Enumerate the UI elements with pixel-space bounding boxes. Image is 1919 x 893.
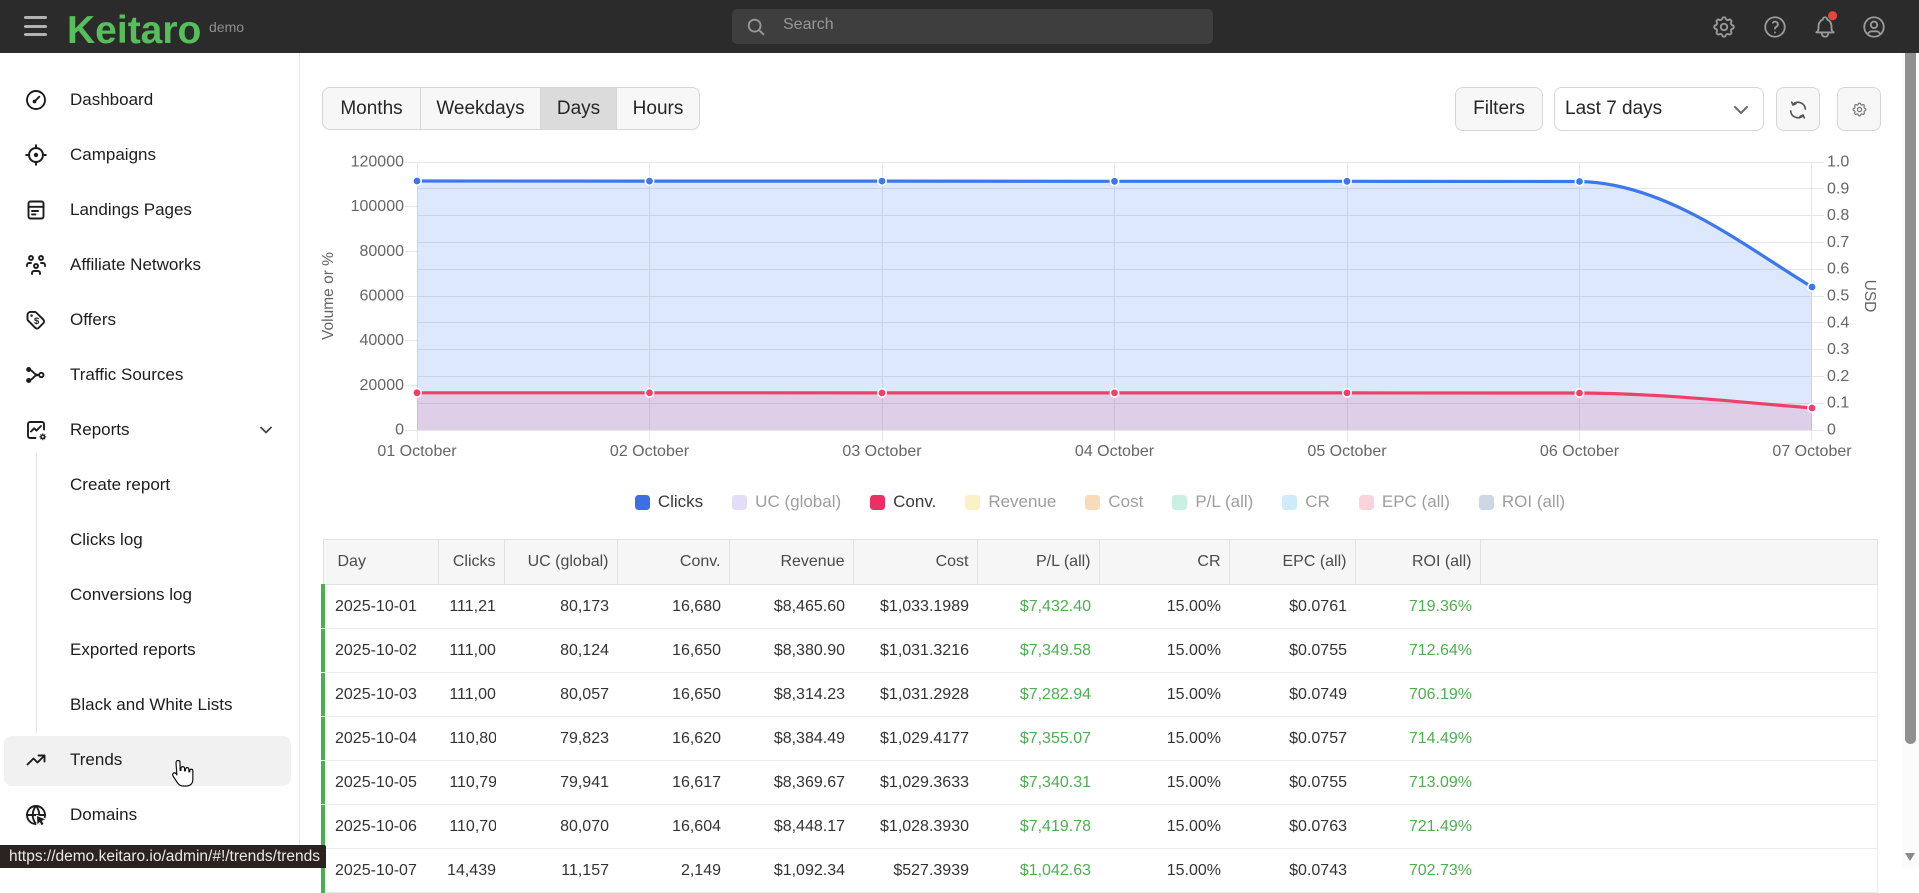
svg-text:07 October: 07 October [1772,443,1852,460]
svg-text:04 October: 04 October [1075,443,1155,460]
svg-text:01 October: 01 October [377,443,457,460]
svg-text:05 October: 05 October [1307,443,1387,460]
svg-text:0.5: 0.5 [1827,288,1849,305]
svg-text:1.0: 1.0 [1827,154,1849,171]
svg-text:0.6: 0.6 [1827,261,1849,278]
svg-text:03 October: 03 October [842,443,922,460]
svg-text:120000: 120000 [351,154,404,171]
svg-text:0.2: 0.2 [1827,368,1849,385]
svg-text:100000: 100000 [351,198,404,215]
svg-text:02 October: 02 October [610,443,690,460]
svg-text:60000: 60000 [360,288,405,305]
svg-text:0.9: 0.9 [1827,180,1849,197]
svg-text:0.1: 0.1 [1827,395,1849,412]
svg-text:80000: 80000 [360,243,405,260]
svg-text:0: 0 [395,422,404,439]
svg-text:06 October: 06 October [1540,443,1620,460]
svg-text:40000: 40000 [360,332,405,349]
svg-text:USD: USD [1861,280,1878,313]
svg-text:Volume or %: Volume or % [320,252,337,340]
svg-text:0.7: 0.7 [1827,234,1849,251]
svg-text:20000: 20000 [360,377,405,394]
svg-text:0.3: 0.3 [1827,341,1849,358]
svg-text:0.4: 0.4 [1827,314,1849,331]
svg-text:$: $ [34,315,40,326]
svg-text:0.8: 0.8 [1827,207,1849,224]
svg-text:0: 0 [1827,422,1836,439]
